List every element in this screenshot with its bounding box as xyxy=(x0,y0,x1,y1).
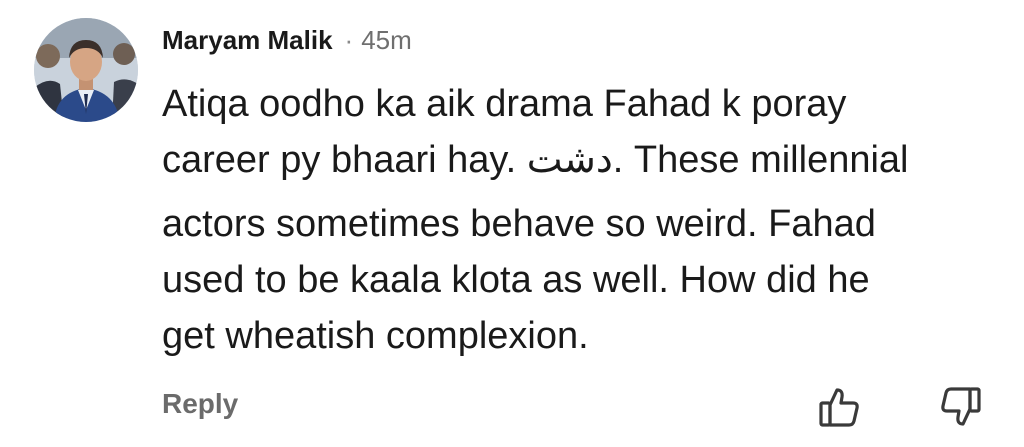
author-name[interactable]: Maryam Malik xyxy=(162,25,333,56)
timestamp: 45m xyxy=(361,24,412,55)
comment-text-line: used to be kaala klota as well. How did … xyxy=(162,259,870,301)
separator-dot: · xyxy=(344,24,354,55)
avatar-photo xyxy=(34,18,138,122)
comment-header: Maryam Malik · 45m xyxy=(162,20,412,60)
comment-text-line: get wheatish complexion. xyxy=(162,315,589,357)
thumbs-down-icon[interactable] xyxy=(938,384,984,430)
comment-text-line: actors sometimes behave so weird. Fahad xyxy=(162,203,876,245)
thumbs-up-icon[interactable] xyxy=(816,384,862,430)
comment-card: Maryam Malik · 45m Atiqa oodho ka aik dr… xyxy=(0,0,1024,447)
comment-body: Atiqa oodho ka aik drama Fahad k poray c… xyxy=(162,76,992,364)
avatar[interactable] xyxy=(34,18,138,122)
comment-text-line: Atiqa oodho ka aik drama Fahad k poray xyxy=(162,83,847,125)
reply-button[interactable]: Reply xyxy=(162,388,238,420)
comment-text-line: career py bhaari hay. دشت. These millenn… xyxy=(162,139,909,181)
